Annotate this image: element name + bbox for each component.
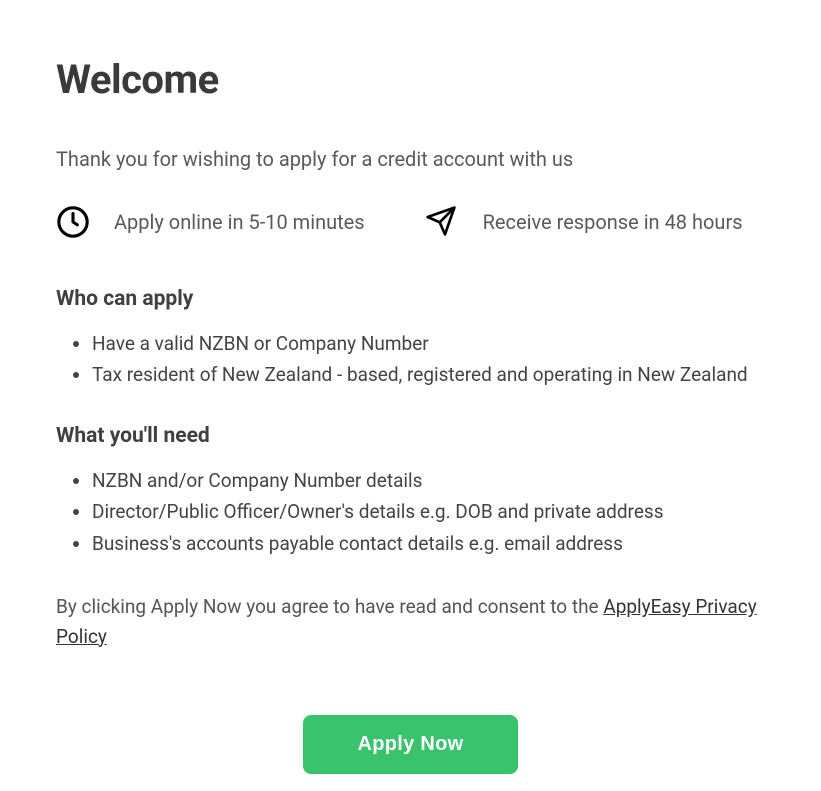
list-item: Business's accounts payable contact deta… [92,529,765,558]
page-title: Welcome [56,56,765,103]
consent-text: By clicking Apply Now you agree to have … [56,592,765,651]
highlight-time: Apply online in 5-10 minutes [56,205,365,239]
list-item: Tax resident of New Zealand - based, reg… [92,360,765,389]
list-item: Have a valid NZBN or Company Number [92,329,765,358]
cta-row: Apply Now [56,715,765,774]
paper-plane-icon [425,205,459,239]
highlight-time-text: Apply online in 5-10 minutes [114,210,365,234]
highlight-response: Receive response in 48 hours [425,205,743,239]
list-item: Director/Public Officer/Owner's details … [92,497,765,526]
highlight-response-text: Receive response in 48 hours [483,210,743,234]
apply-now-button[interactable]: Apply Now [303,715,517,774]
need-list: NZBN and/or Company Number details Direc… [56,466,765,558]
who-list: Have a valid NZBN or Company Number Tax … [56,329,765,390]
need-heading: What you'll need [56,424,765,448]
clock-icon [56,205,90,239]
consent-prefix: By clicking Apply Now you agree to have … [56,595,603,618]
intro-text: Thank you for wishing to apply for a cre… [56,147,765,171]
highlights-row: Apply online in 5-10 minutes Receive res… [56,205,765,239]
list-item: NZBN and/or Company Number details [92,466,765,495]
who-heading: Who can apply [56,287,765,311]
